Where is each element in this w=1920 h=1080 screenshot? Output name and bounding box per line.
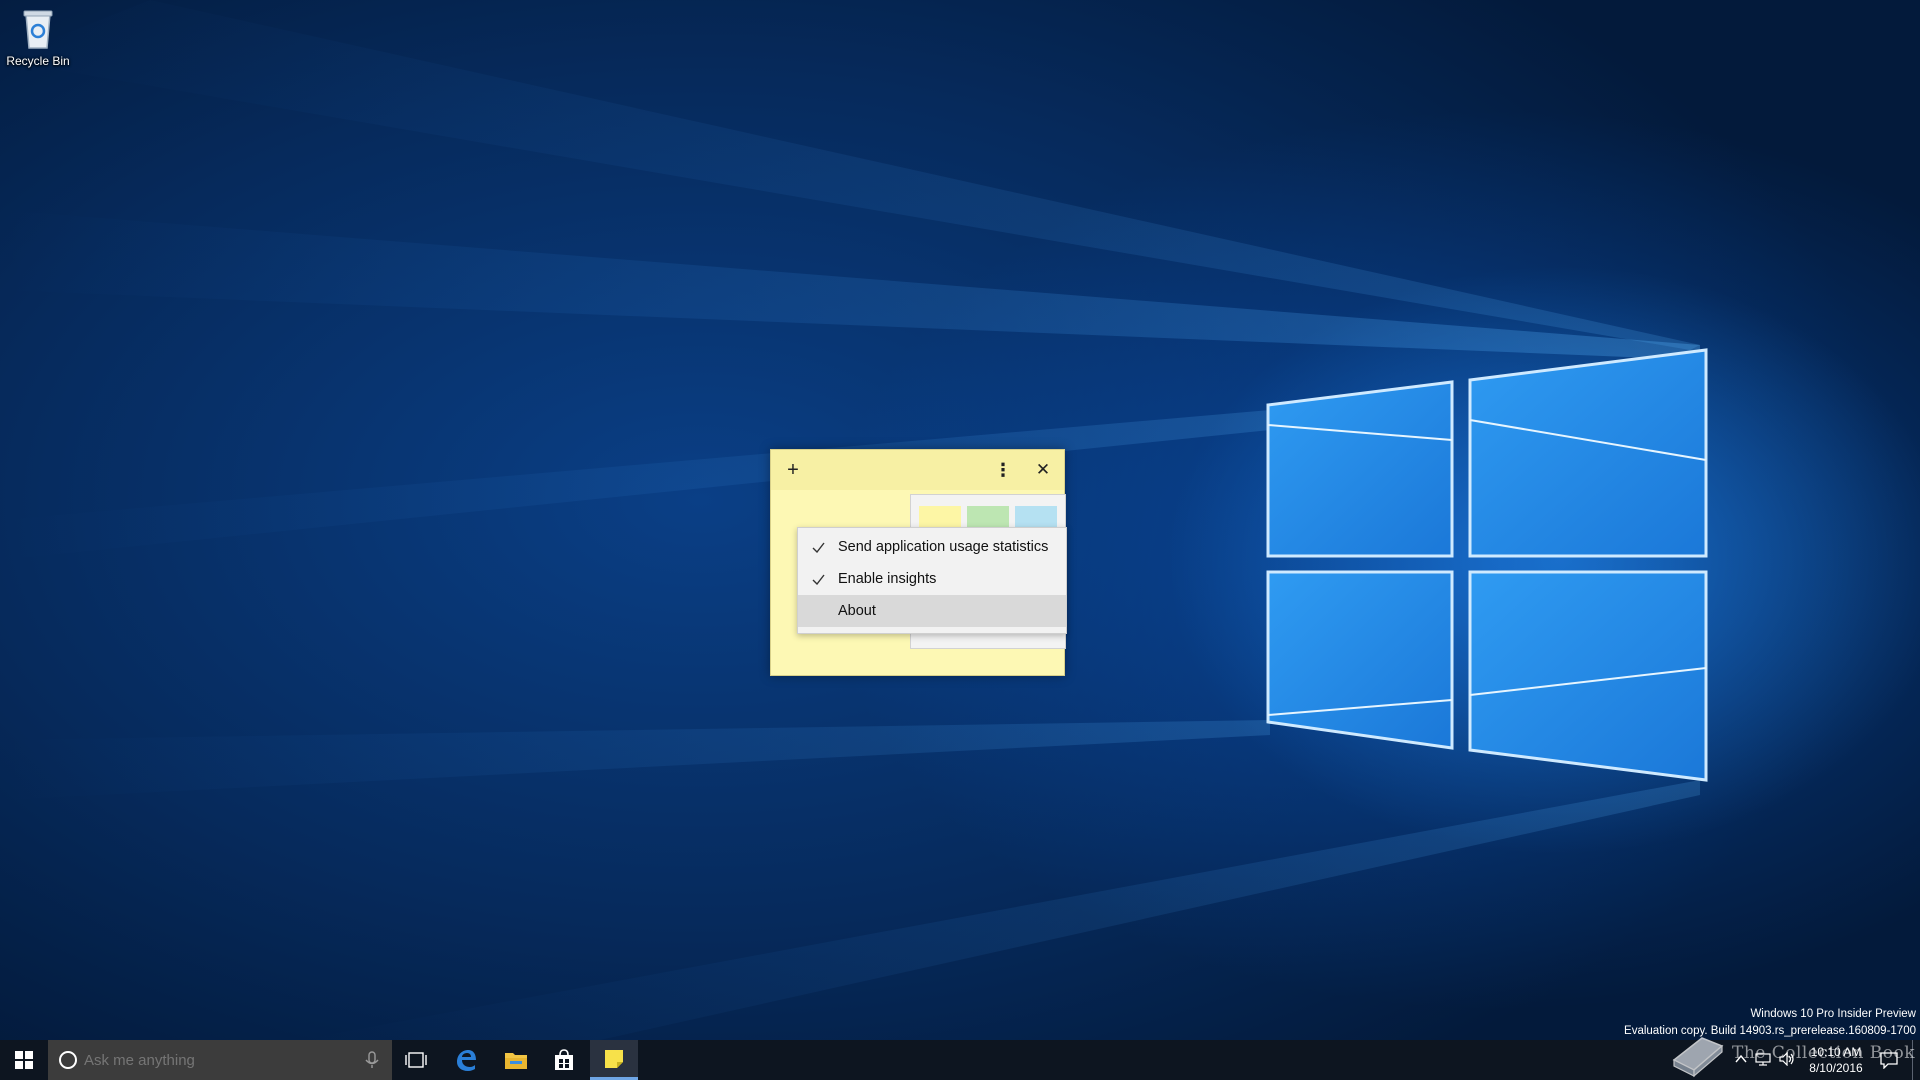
settings-context-menu: Send application usage statistics Enable… [797,527,1067,634]
sticky-notes-icon [605,1049,623,1068]
start-button[interactable] [0,1040,48,1080]
task-view-button[interactable] [392,1040,440,1080]
close-icon: ✕ [1035,460,1051,479]
sticky-note-titlebar[interactable]: + ⋮ ✕ [771,450,1064,490]
plus-icon: + [787,458,799,481]
menu-item-about[interactable]: About [798,595,1066,627]
sticky-notes-taskbar-button[interactable] [590,1040,638,1080]
checkmark-icon [810,563,826,595]
more-vertical-icon: ⋮ [994,459,1012,480]
menu-item-enable-insights[interactable]: Enable insights [798,563,1066,595]
sticky-note-window[interactable]: + ⋮ ✕ Send application usage statistics … [770,449,1067,676]
recycle-bin-icon [23,10,53,49]
task-view-icon [405,1052,427,1068]
watermark-edition: Windows 10 Pro Insider Preview [1750,1008,1916,1020]
add-note-button[interactable]: + [773,450,813,490]
menu-item-label: About [838,603,876,619]
desktop-icon-label: Recycle Bin [6,54,70,68]
edge-icon [457,1050,476,1071]
menu-item-send-usage-statistics[interactable]: Send application usage statistics [798,531,1066,563]
edge-button[interactable] [442,1040,490,1080]
windows-logo [1266,348,1708,782]
store-icon [555,1049,573,1070]
store-button[interactable] [540,1040,588,1080]
menu-item-label: Enable insights [838,571,937,587]
windows-start-icon [15,1051,33,1069]
file-explorer-button[interactable] [492,1040,540,1080]
close-note-button[interactable]: ✕ [1023,450,1063,490]
book-logo-icon [1672,1037,1724,1078]
cortana-search-box[interactable] [48,1040,392,1080]
taskbar: 10:10 AM 8/10/2016 [0,1040,1920,1080]
search-input[interactable] [84,1051,354,1069]
more-options-button[interactable]: ⋮ [983,450,1023,490]
file-explorer-icon [505,1053,527,1069]
desktop-icon-recycle-bin[interactable]: Recycle Bin [4,6,72,78]
checkmark-icon [810,531,826,563]
brand-watermark-text: The Collection Book [1732,1043,1916,1063]
menu-item-label: Send application usage statistics [838,539,1049,555]
microphone-icon[interactable] [362,1050,382,1070]
cortana-icon [59,1051,77,1069]
